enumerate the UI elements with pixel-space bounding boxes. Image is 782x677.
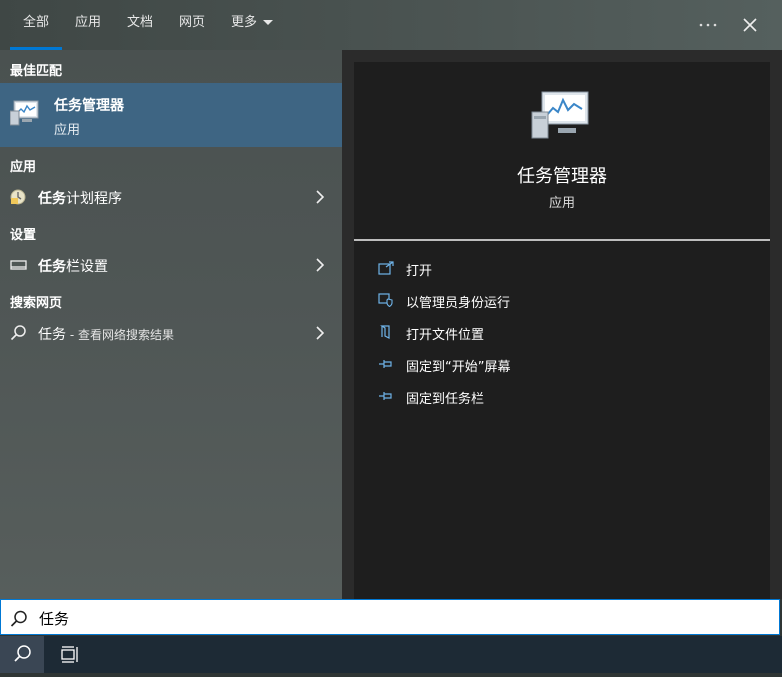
tab-all[interactable]: 全部 <box>10 0 62 50</box>
best-match-subtitle: 应用 <box>54 123 81 138</box>
preview-panel: 任务管理器 应用 打开 以管理员身份运行 打开文件位置 固定到“开始”屏幕 固定… <box>354 62 770 599</box>
task-view-button[interactable] <box>52 636 88 673</box>
task-scheduler-label-rest: 计划程序 <box>66 191 122 207</box>
tab-web[interactable]: 网页 <box>170 0 214 50</box>
best-match-header: 最佳匹配 <box>10 64 63 79</box>
search-filter-bar: 全部 应用 文档 网页 更多 <box>0 0 782 50</box>
web-search-header: 搜索网页 <box>10 296 63 311</box>
taskbar <box>0 636 782 673</box>
tab-more-label: 更多 <box>230 15 257 30</box>
taskbar-icon <box>10 257 28 273</box>
file-location-icon <box>380 325 390 339</box>
results-panel: 最佳匹配 任务管理器 应用 应用 任务计划程序 设置 任务栏设置 搜索网页 任务… <box>0 50 342 599</box>
tab-apps-label: 应用 <box>74 15 101 30</box>
web-search-label: 任务 - 查看网络搜索结果 <box>38 324 174 344</box>
tab-web-label: 网页 <box>178 15 205 30</box>
apps-header: 应用 <box>10 160 37 175</box>
action-pin-to-start-label: 固定到“开始”屏幕 <box>406 360 511 375</box>
tab-more[interactable]: 更多 <box>222 0 282 50</box>
action-pin-to-start[interactable]: 固定到“开始”屏幕 <box>374 353 754 377</box>
taskbar-search-button[interactable] <box>0 636 44 673</box>
taskbar-settings-label-bold: 任务 <box>38 259 66 275</box>
open-icon <box>378 261 394 275</box>
chevron-down-icon <box>263 20 273 25</box>
taskbar-settings-label-rest: 栏设置 <box>66 259 108 275</box>
close-icon[interactable] <box>730 0 770 50</box>
action-pin-to-taskbar[interactable]: 固定到任务栏 <box>374 385 754 409</box>
pin-icon <box>379 360 392 368</box>
divider <box>354 239 770 241</box>
action-open-file-location-label: 打开文件位置 <box>406 328 485 343</box>
task-scheduler-icon <box>10 189 28 205</box>
best-match-item[interactable]: 任务管理器 应用 <box>0 83 342 147</box>
preview-app-title: 任务管理器 <box>517 166 607 187</box>
tab-documents-label: 文档 <box>126 15 153 30</box>
search-icon <box>10 325 28 341</box>
taskbar-settings-item[interactable]: 任务栏设置 <box>0 249 342 281</box>
action-run-as-admin[interactable]: 以管理员身份运行 <box>374 289 754 313</box>
settings-header: 设置 <box>10 228 37 243</box>
action-run-as-admin-label: 以管理员身份运行 <box>406 296 511 311</box>
search-icon <box>10 610 27 627</box>
task-scheduler-label: 任务计划程序 <box>38 188 122 208</box>
task-view-icon <box>61 646 78 663</box>
action-open-label: 打开 <box>406 264 433 279</box>
web-search-item[interactable]: 任务 - 查看网络搜索结果 <box>0 317 342 349</box>
web-search-subtext: - 查看网络搜索结果 <box>66 328 174 342</box>
tab-apps[interactable]: 应用 <box>66 0 110 50</box>
tab-all-label: 全部 <box>22 15 49 30</box>
task-scheduler-label-bold: 任务 <box>38 191 66 207</box>
task-manager-large-icon <box>530 90 592 142</box>
chevron-right-icon <box>316 258 324 272</box>
task-scheduler-item[interactable]: 任务计划程序 <box>0 181 342 213</box>
chevron-right-icon <box>316 190 324 204</box>
search-icon <box>14 645 31 662</box>
action-open-file-location[interactable]: 打开文件位置 <box>374 321 754 345</box>
tab-documents[interactable]: 文档 <box>118 0 162 50</box>
ellipsis-icon[interactable] <box>688 0 728 50</box>
action-pin-to-taskbar-label: 固定到任务栏 <box>406 392 485 407</box>
pin-icon <box>379 392 392 400</box>
taskbar-settings-label: 任务栏设置 <box>38 256 108 276</box>
action-open[interactable]: 打开 <box>374 257 754 281</box>
search-input-value: 任务 <box>39 610 70 628</box>
best-match-title: 任务管理器 <box>54 98 124 114</box>
web-search-term: 任务 <box>38 327 66 343</box>
search-input[interactable]: 任务 <box>0 599 780 635</box>
preview-app-subtitle: 应用 <box>548 196 575 211</box>
chevron-right-icon <box>316 326 324 340</box>
shield-icon <box>378 293 393 307</box>
task-manager-icon <box>9 97 42 127</box>
